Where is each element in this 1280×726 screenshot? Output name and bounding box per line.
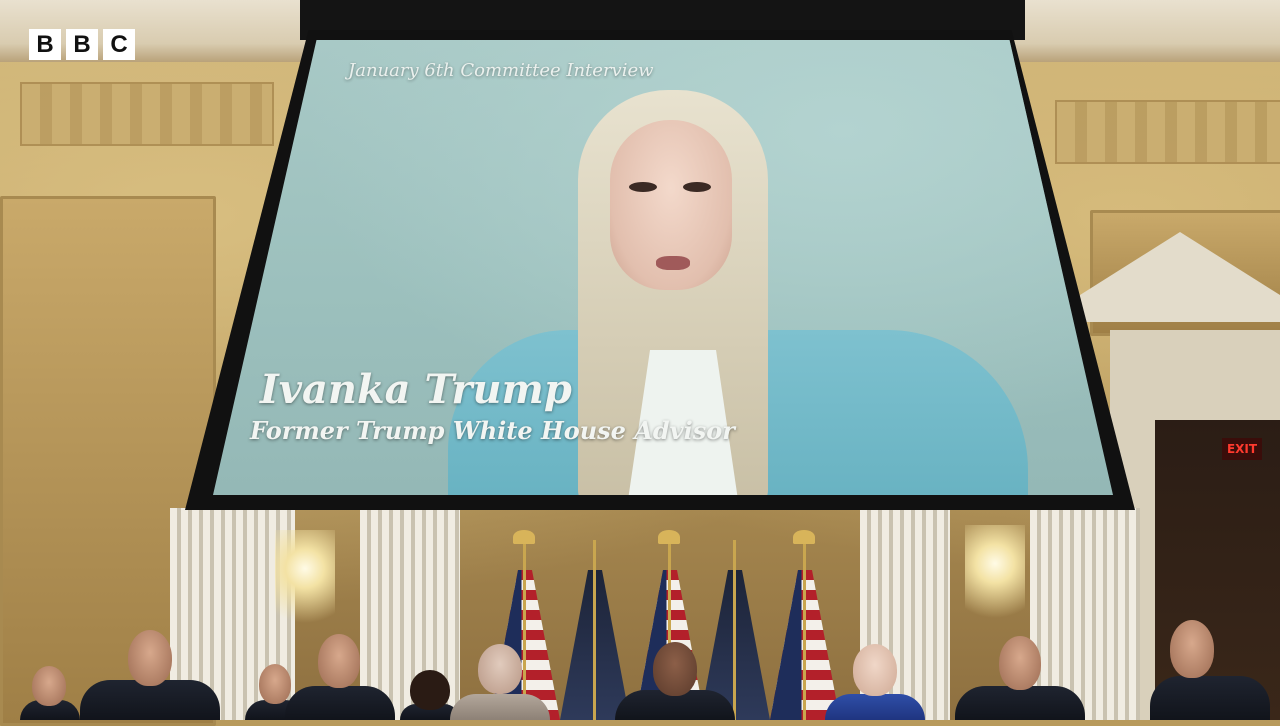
eagle-finial — [513, 530, 535, 544]
exit-sign: EXIT — [1222, 438, 1262, 460]
committee-member — [450, 642, 550, 720]
witness-title: Former Trump White House Advisor — [250, 416, 735, 445]
bbc-logo: B B C — [29, 29, 135, 61]
bbc-logo-letter: B — [66, 29, 98, 60]
eagle-finial — [658, 530, 680, 544]
bbc-logo-letter: B — [29, 29, 61, 60]
witness-name: Ivanka Trump — [260, 366, 572, 413]
committee-members — [0, 620, 1280, 720]
committee-vice-chair — [825, 642, 925, 720]
eagle-finial — [793, 530, 815, 544]
committee-member — [955, 630, 1085, 720]
committee-chair — [615, 640, 735, 720]
staff-member — [20, 660, 80, 720]
committee-member — [285, 630, 395, 720]
wall-frieze-left — [20, 82, 274, 146]
wall-frieze-right — [1055, 100, 1280, 164]
committee-member — [80, 620, 220, 720]
chandelier-sconce-right — [965, 525, 1025, 635]
bbc-logo-letter: C — [103, 29, 135, 60]
screen-caption-label: January 6th Committee Interview — [348, 60, 654, 81]
committee-member — [1150, 620, 1270, 720]
